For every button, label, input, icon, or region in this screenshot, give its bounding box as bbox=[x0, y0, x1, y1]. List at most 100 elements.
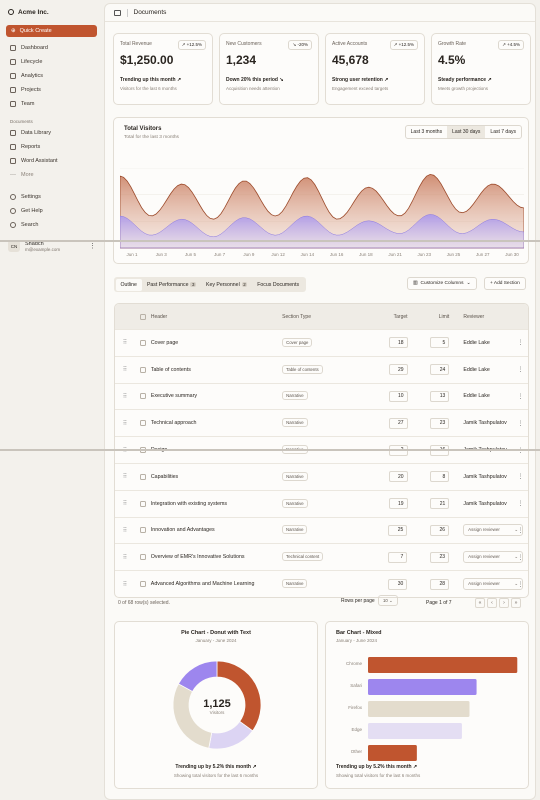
sidebar-item-projects[interactable]: Projects bbox=[6, 83, 97, 97]
checkbox[interactable] bbox=[139, 393, 146, 400]
more-vertical-icon[interactable]: ⋮ bbox=[513, 554, 528, 561]
table-row[interactable]: ⠿ Table of contents Table of contents 29… bbox=[115, 355, 528, 383]
table-row[interactable]: ⠿ Innovation and Advantages Narrative 25… bbox=[115, 516, 528, 544]
brand[interactable]: Acme Inc. bbox=[8, 6, 97, 18]
drag-handle-icon[interactable]: ⠿ bbox=[115, 420, 135, 427]
sidebar-item-reports[interactable]: Reports bbox=[6, 140, 97, 154]
table-row[interactable]: ⠿ Executive summary Narrative 10 13 Eddi… bbox=[115, 382, 528, 410]
checkbox[interactable] bbox=[139, 500, 146, 507]
reviewer-cell[interactable]: Assign reviewer ⌄ bbox=[449, 578, 524, 591]
more-vertical-icon[interactable]: ⋮ bbox=[513, 339, 528, 346]
sidebar-toggle-icon[interactable] bbox=[114, 9, 121, 16]
drag-handle-icon[interactable]: ⠿ bbox=[115, 473, 135, 480]
row-header[interactable]: Innovation and Advantages bbox=[151, 527, 282, 533]
row-header[interactable]: Overview of EMR's Innovative Solutions bbox=[151, 554, 282, 560]
tab-key-personnel[interactable]: Key Personnel 2 bbox=[201, 279, 252, 291]
drag-handle-icon[interactable]: ⠿ bbox=[115, 366, 135, 373]
target-input[interactable]: 19 bbox=[388, 498, 408, 510]
tab-focus-documents[interactable]: Focus Documents bbox=[252, 279, 304, 291]
limit-input[interactable]: 23 bbox=[430, 551, 450, 563]
target-input[interactable]: 30 bbox=[388, 578, 408, 590]
select-all-checkbox[interactable] bbox=[135, 313, 151, 320]
limit-input[interactable]: 24 bbox=[430, 364, 450, 376]
sidebar-item-analytics[interactable]: Analytics bbox=[6, 69, 97, 83]
target-input[interactable]: 7 bbox=[388, 551, 408, 563]
row-header[interactable]: Integration with existing systems bbox=[151, 501, 282, 507]
more-vertical-icon[interactable]: ⋮ bbox=[513, 473, 528, 480]
sidebar-item-help[interactable]: Get Help bbox=[6, 204, 97, 218]
next-page-button[interactable]: › bbox=[499, 598, 509, 608]
table-row[interactable]: ⠿ Overview of EMR's Innovative Solutions… bbox=[115, 543, 528, 570]
row-checkbox[interactable] bbox=[135, 581, 151, 588]
tab-outline[interactable]: Outline bbox=[115, 278, 142, 291]
checkbox[interactable] bbox=[139, 554, 146, 561]
sidebar-item-settings[interactable]: Settings bbox=[6, 190, 97, 204]
limit-input[interactable]: 26 bbox=[430, 524, 450, 536]
checkbox[interactable] bbox=[139, 420, 146, 427]
limit-input[interactable]: 28 bbox=[430, 578, 450, 590]
more-vertical-icon[interactable]: ⋮ bbox=[513, 366, 528, 373]
prev-page-button[interactable]: ‹ bbox=[487, 598, 497, 608]
tab-past-performance[interactable]: Past Performance 3 bbox=[142, 279, 201, 291]
row-checkbox[interactable] bbox=[135, 393, 151, 400]
row-checkbox[interactable] bbox=[135, 473, 151, 480]
target-input[interactable]: 18 bbox=[388, 337, 408, 349]
limit-input[interactable]: 8 bbox=[430, 471, 450, 483]
more-vertical-icon[interactable]: ⋮ bbox=[513, 393, 528, 400]
first-page-button[interactable]: « bbox=[475, 598, 485, 608]
target-input[interactable]: 20 bbox=[388, 471, 408, 483]
limit-input[interactable]: 5 bbox=[430, 337, 450, 349]
add-section-button[interactable]: + Add Section bbox=[484, 277, 526, 290]
more-vertical-icon[interactable]: ⋮ bbox=[89, 242, 96, 250]
range-30-days[interactable]: Last 30 days bbox=[447, 126, 486, 138]
table-row[interactable]: ⠿ Capabilities Narrative 20 8 Jamik Tash… bbox=[115, 462, 528, 490]
row-header[interactable]: Cover page bbox=[151, 340, 282, 346]
rows-per-page-select[interactable]: 10 ⌄ bbox=[378, 595, 398, 606]
row-checkbox[interactable] bbox=[135, 527, 151, 534]
range-3-months[interactable]: Last 3 months bbox=[406, 126, 447, 138]
sidebar-item-team[interactable]: Team bbox=[6, 97, 97, 111]
more-vertical-icon[interactable]: ⋮ bbox=[513, 527, 528, 534]
checkbox[interactable] bbox=[139, 313, 146, 320]
more-vertical-icon[interactable]: ⋮ bbox=[513, 420, 528, 427]
quick-create-button[interactable]: ⊕ Quick Create bbox=[6, 25, 97, 37]
checkbox[interactable] bbox=[139, 527, 146, 534]
target-input[interactable]: 25 bbox=[388, 524, 408, 536]
table-row[interactable]: ⠿ Cover page Cover page 18 5 Eddie Lake … bbox=[115, 329, 528, 356]
customize-columns-button[interactable]: ▥ Customize Columns ⌄ bbox=[407, 277, 477, 290]
more-vertical-icon[interactable]: ⋮ bbox=[513, 581, 528, 588]
row-checkbox[interactable] bbox=[135, 500, 151, 507]
drag-handle-icon[interactable]: ⠿ bbox=[115, 393, 135, 400]
user-menu[interactable]: CN Shadcn m@example.com ⋮ bbox=[8, 240, 96, 252]
reviewer-cell[interactable]: Assign reviewer ⌄ bbox=[449, 551, 524, 564]
drag-handle-icon[interactable]: ⠿ bbox=[115, 500, 135, 507]
sidebar-item-word-assistant[interactable]: Word Assistant bbox=[6, 154, 97, 168]
target-input[interactable]: 29 bbox=[388, 364, 408, 376]
row-checkbox[interactable] bbox=[135, 366, 151, 373]
row-header[interactable]: Advanced Algorithms and Machine Learning bbox=[151, 581, 282, 587]
checkbox[interactable] bbox=[139, 339, 146, 346]
table-row[interactable]: ⠿ Technical approach Narrative 27 23 Jam… bbox=[115, 409, 528, 436]
row-checkbox[interactable] bbox=[135, 554, 151, 561]
table-row[interactable]: ⠿ Integration with existing systems Narr… bbox=[115, 489, 528, 517]
checkbox[interactable] bbox=[139, 366, 146, 373]
target-input[interactable]: 27 bbox=[388, 417, 408, 429]
row-checkbox[interactable] bbox=[135, 339, 151, 346]
drag-handle-icon[interactable]: ⠿ bbox=[115, 527, 135, 534]
limit-input[interactable]: 23 bbox=[430, 417, 450, 429]
row-header[interactable]: Capabilities bbox=[151, 474, 282, 480]
row-header[interactable]: Table of contents bbox=[151, 367, 282, 373]
drag-handle-icon[interactable]: ⠿ bbox=[115, 339, 135, 346]
drag-handle-icon[interactable]: ⠿ bbox=[115, 581, 135, 588]
last-page-button[interactable]: » bbox=[511, 598, 521, 608]
row-checkbox[interactable] bbox=[135, 420, 151, 427]
sidebar-item-data-library[interactable]: Data Library bbox=[6, 126, 97, 140]
row-header[interactable]: Executive summary bbox=[151, 393, 282, 399]
limit-input[interactable]: 13 bbox=[430, 390, 450, 402]
sidebar-item-lifecycle[interactable]: Lifecycle bbox=[6, 55, 97, 69]
reviewer-cell[interactable]: Assign reviewer ⌄ bbox=[449, 524, 524, 537]
more-vertical-icon[interactable]: ⋮ bbox=[513, 500, 528, 507]
target-input[interactable]: 10 bbox=[388, 390, 408, 402]
sidebar-item-more[interactable]: ··· More bbox=[6, 168, 97, 182]
sidebar-item-dashboard[interactable]: Dashboard bbox=[6, 41, 97, 55]
